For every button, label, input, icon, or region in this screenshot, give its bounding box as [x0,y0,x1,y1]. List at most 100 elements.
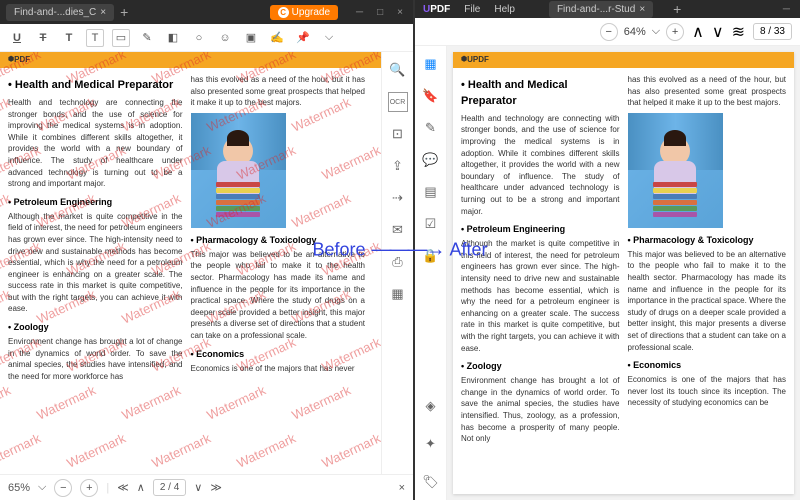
window-controls: ─ □ × [346,7,413,18]
edit-icon[interactable]: ✎ [421,118,441,138]
form-icon[interactable]: ☑ [421,214,441,234]
pencil-icon[interactable]: ✎ [138,29,156,47]
ocr-icon[interactable]: OCR [388,92,408,112]
zoom-value: 64% [624,26,646,38]
page-input[interactable]: 2 / 4 [153,479,186,496]
textbox-button[interactable]: T [86,29,104,47]
document-right: ⬢ UPDF Health and Medical Preparator Hea… [453,52,794,494]
paragraph: has this evolved as a need of the hour, … [628,74,787,109]
next-page-icon[interactable]: ∨ [194,481,202,494]
paragraph: Health and technology are connecting wit… [461,113,620,217]
heading: Petroleum Engineering [8,196,183,209]
note-button[interactable]: ▭ [112,29,130,47]
zoom-out-button[interactable]: − [54,479,72,497]
heading: Zoology [461,360,620,373]
heading: Pharmacology & Toxicology [628,234,787,247]
close-panel-icon[interactable]: × [399,482,405,494]
shapes-icon[interactable]: ○ [190,29,208,47]
last-page-icon[interactable]: ≫ [210,481,222,494]
heading: Petroleum Engineering [461,223,620,236]
paragraph: Environment change has brought a lot of … [8,336,183,382]
tab-close-icon[interactable]: × [639,4,645,15]
paragraph: This major was believed to be an alterna… [191,249,366,342]
left-sidebar-right-pane: ▦ 🔖 ✎ 💬 ▤ ☑ 🔒 ◈ ✦ 🏷 [415,46,447,500]
underline-button[interactable]: U [8,29,26,47]
paragraph: Health and technology are connecting the… [8,97,183,190]
eraser-icon[interactable]: ◧ [164,29,182,47]
save-bookmark-icon[interactable]: 🏷 [421,472,441,492]
collapse-icon[interactable]: ≋ [732,22,745,42]
before-text: Before [312,240,365,261]
arrow-icon: ———→ [372,239,444,262]
heading: Economics [191,348,366,361]
close-icon[interactable]: × [397,7,403,18]
paragraph: This major was believed to be an alterna… [628,249,787,353]
first-page-icon[interactable]: ≪ [117,481,129,494]
photo [191,113,286,228]
menu-file[interactable]: File [464,4,480,15]
prev-page-icon[interactable]: ∧ [137,481,145,494]
zoom-in-button[interactable]: + [80,479,98,497]
maximize-icon[interactable]: □ [377,7,383,18]
crop-icon[interactable]: ⊡ [388,124,408,144]
zoom-in-button[interactable]: + [666,23,684,41]
flatten-icon[interactable]: ▦ [388,284,408,304]
heading: Health and Medical Preparator [461,78,620,110]
after-text: After [450,240,488,261]
page-input[interactable]: 8 / 33 [753,23,792,40]
menubar-right: UPDF File Help Find-and-...r-Stud × + ─ [415,0,800,18]
paragraph: Environment change has brought a lot of … [461,375,620,445]
ai-icon[interactable]: ✦ [421,434,441,454]
tab-title: Find-and-...dies_C [14,7,96,18]
signature-icon[interactable]: ✍ [268,29,286,47]
share-icon[interactable]: ⇢ [388,188,408,208]
heading: Economics [628,359,787,372]
new-tab-button[interactable]: + [120,4,128,20]
strike-button[interactable]: T [34,29,52,47]
new-tab-button[interactable]: + [673,1,681,17]
attach-icon[interactable]: ⌵ [320,29,338,47]
pin-icon[interactable]: 📌 [294,29,312,47]
doc-header: ⬢ UPDF [453,52,794,68]
zoom-dropdown-icon[interactable]: ⌵ [38,481,46,494]
upgrade-button[interactable]: CUpgrade [270,5,338,20]
organize-icon[interactable]: ▤ [421,182,441,202]
paragraph: Economics is one of the majors that has … [628,374,787,409]
bottom-bar-left: 65% ⌵ − + | ≪ ∧ 2 / 4 ∨ ≫ × [0,474,413,500]
thumbnails-icon[interactable]: ▦ [421,54,441,74]
minimize-icon[interactable]: ─ [783,4,790,15]
updf-logo: UPDF [423,4,450,15]
content-left: ⬢ PDF Health and Medical Preparator Heal… [0,52,413,474]
search-icon[interactable]: 🔍 [388,60,408,80]
mail-icon[interactable]: ✉ [388,220,408,240]
photo [628,113,723,228]
paragraph: Although the market is quite competitive… [8,211,183,315]
next-page-icon[interactable]: ∨ [712,22,724,42]
menu-help[interactable]: Help [494,4,515,15]
doc-header: ⬢ PDF [0,52,381,68]
export-icon[interactable]: ⇪ [388,156,408,176]
minimize-icon[interactable]: ─ [356,7,363,18]
tab-title: Find-and-...r-Stud [557,4,635,15]
layers-icon[interactable]: ◈ [421,396,441,416]
zoom-value: 65% [8,482,30,494]
heading: Zoology [8,321,183,334]
stamp-icon[interactable]: ▣ [242,29,260,47]
tab-left[interactable]: Find-and-...dies_C × [6,4,114,21]
text-button[interactable]: T [60,29,78,47]
tab-right[interactable]: Find-and-...r-Stud × [549,1,653,18]
zoom-out-button[interactable]: − [600,23,618,41]
document-left: ⬢ PDF Health and Medical Preparator Heal… [0,52,381,474]
comment-icon[interactable]: 💬 [421,150,441,170]
tab-close-icon[interactable]: × [100,7,106,18]
paragraph: Economics is one of the majors that has … [191,363,366,375]
sticker-icon[interactable]: ☺ [216,29,234,47]
prev-page-icon[interactable]: ∧ [692,22,704,42]
bookmark-icon[interactable]: 🔖 [421,86,441,106]
right-sidebar-left-pane: 🔍 OCR ⊡ ⇪ ⇢ ✉ ⎙ ▦ [381,52,413,474]
titlebar-left: Find-and-...dies_C × + CUpgrade ─ □ × [0,0,413,24]
zoom-dropdown-icon[interactable]: ⌵ [652,25,660,38]
before-after-label: Before ———→ After [312,239,487,262]
view-toolbar: − 64% ⌵ + ∧ ∨ ≋ 8 / 33 [415,18,800,46]
content-right: ▦ 🔖 ✎ 💬 ▤ ☑ 🔒 ◈ ✦ 🏷 ⬢ UPDF Health and Me… [415,46,800,500]
